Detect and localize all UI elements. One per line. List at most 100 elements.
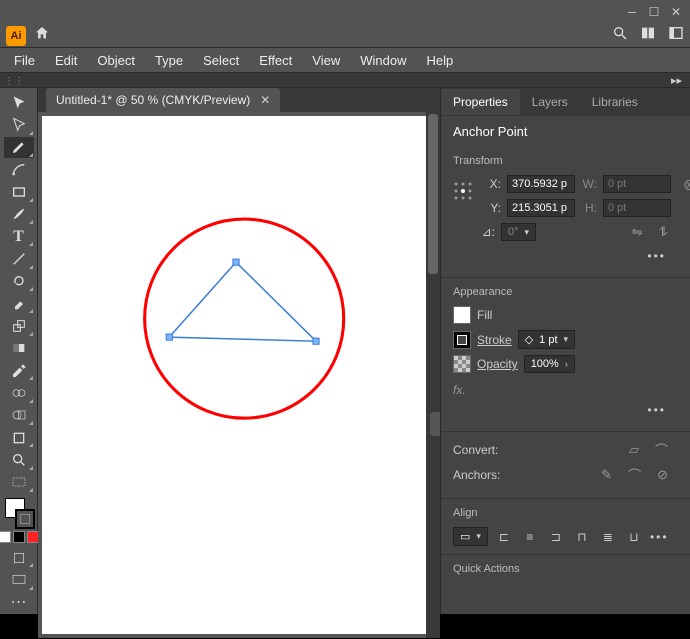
y-label: Y: xyxy=(485,201,501,215)
quick-actions-section: Quick Actions xyxy=(441,555,690,591)
gradient-tool[interactable] xyxy=(4,338,34,359)
opacity-label[interactable]: Opacity xyxy=(477,357,518,371)
menu-effect[interactable]: Effect xyxy=(251,51,300,70)
y-input[interactable]: 215.3051 p xyxy=(507,199,575,217)
blend-tool[interactable] xyxy=(4,382,34,403)
stroke-weight-input[interactable]: ◇1 pt▾ xyxy=(518,330,575,349)
menu-select[interactable]: Select xyxy=(195,51,247,70)
menu-window[interactable]: Window xyxy=(352,51,414,70)
control-handle-icon[interactable]: ⋮⋮ xyxy=(4,76,24,87)
artwork xyxy=(42,116,432,634)
type-tool[interactable]: T xyxy=(4,226,34,247)
fill-swatch-panel[interactable] xyxy=(453,306,471,324)
tab-libraries[interactable]: Libraries xyxy=(580,89,650,115)
align-right-icon[interactable]: ⊐ xyxy=(546,528,566,546)
rectangle-tool[interactable] xyxy=(4,181,34,202)
fx-button[interactable]: fx. xyxy=(453,379,678,401)
panel-expand-icon[interactable]: ▸▸ xyxy=(671,74,682,87)
align-more-icon[interactable]: ••• xyxy=(650,530,669,544)
minimize-button[interactable]: ─ xyxy=(622,5,642,19)
align-to-select[interactable]: ▭▾ xyxy=(453,527,488,546)
eraser-tool[interactable] xyxy=(4,293,34,314)
stroke-label[interactable]: Stroke xyxy=(477,333,512,347)
menu-bar: File Edit Object Type Select Effect View… xyxy=(0,48,690,72)
menu-edit[interactable]: Edit xyxy=(47,51,85,70)
align-left-icon[interactable]: ⊏ xyxy=(494,528,514,546)
document-tab[interactable]: Untitled-1* @ 50 % (CMYK/Preview) ✕ xyxy=(46,88,280,112)
fill-stroke-swatches[interactable] xyxy=(3,498,35,529)
hand-tool[interactable] xyxy=(4,472,34,493)
document-tab-title: Untitled-1* @ 50 % (CMYK/Preview) xyxy=(56,93,250,107)
anchor-point-top[interactable] xyxy=(233,259,239,265)
gradient-mode-icon[interactable] xyxy=(13,531,25,543)
appearance-more-icon[interactable]: ••• xyxy=(453,401,678,423)
edit-toolbar-icon[interactable]: ⋯ xyxy=(4,592,34,613)
flip-horizontal-icon[interactable]: ⇋ xyxy=(632,224,643,240)
constrain-proportions-icon[interactable]: ⊗ xyxy=(683,175,690,195)
menu-view[interactable]: View xyxy=(304,51,348,70)
opacity-swatch-icon[interactable] xyxy=(453,355,471,373)
convert-corner-icon[interactable]: ▱ xyxy=(629,442,639,458)
menu-object[interactable]: Object xyxy=(89,51,143,70)
curvature-tool[interactable] xyxy=(4,159,34,180)
align-hcenter-icon[interactable]: ≡ xyxy=(520,528,540,546)
vertical-scrollbar[interactable] xyxy=(426,112,440,638)
h-input: 0 pt xyxy=(603,199,671,217)
workspace-switcher-icon[interactable] xyxy=(668,25,684,46)
scale-tool[interactable] xyxy=(4,315,34,336)
align-section: Align ▭▾ ⊏ ≡ ⊐ ⊓ ≣ ⊔ ••• xyxy=(441,499,690,555)
menu-type[interactable]: Type xyxy=(147,51,191,70)
stroke-swatch[interactable] xyxy=(15,509,35,529)
draw-mode-icon[interactable] xyxy=(4,547,34,568)
close-button[interactable]: ✕ xyxy=(666,5,686,19)
zoom-tool[interactable] xyxy=(4,449,34,470)
menu-help[interactable]: Help xyxy=(418,51,461,70)
direct-selection-tool[interactable] xyxy=(4,114,34,135)
pen-tool[interactable] xyxy=(4,137,34,158)
canvas-wrapper xyxy=(38,112,440,638)
stroke-swatch-panel[interactable] xyxy=(453,331,471,349)
angle-input[interactable]: 0° ▾ xyxy=(501,223,536,241)
tab-layers[interactable]: Layers xyxy=(520,89,580,115)
convert-section: Convert: ▱ ⌒ Anchors: ✎ ⌒ ⊘ xyxy=(441,432,690,499)
anchor-point-left[interactable] xyxy=(166,334,172,340)
remove-anchor-icon[interactable]: ✎ xyxy=(601,467,612,483)
selection-tool[interactable] xyxy=(4,92,34,113)
align-vcenter-icon[interactable]: ≣ xyxy=(598,528,618,546)
shape-builder-tool[interactable] xyxy=(4,405,34,426)
x-input[interactable]: 370.5932 p xyxy=(507,175,575,193)
convert-smooth-icon[interactable]: ⌒ xyxy=(655,440,668,459)
paintbrush-tool[interactable] xyxy=(4,204,34,225)
triangle-path[interactable] xyxy=(169,262,316,341)
line-tool[interactable] xyxy=(4,248,34,269)
eyedropper-tool[interactable] xyxy=(4,360,34,381)
transform-section: Transform X: 370.5932 p W: 0 pt Y: xyxy=(441,147,690,278)
quick-actions-title: Quick Actions xyxy=(453,563,678,575)
color-mode-icon[interactable] xyxy=(0,531,11,543)
anchor-point-right[interactable] xyxy=(313,338,319,344)
screen-mode-icon[interactable] xyxy=(4,569,34,590)
home-icon[interactable] xyxy=(34,25,50,46)
arrange-documents-icon[interactable] xyxy=(640,25,656,46)
scrollbar-thumb[interactable] xyxy=(428,114,438,274)
align-bottom-icon[interactable]: ⊔ xyxy=(624,528,644,546)
reference-point-icon[interactable] xyxy=(453,181,473,204)
rotate-tool[interactable] xyxy=(4,271,34,292)
h-label: H: xyxy=(581,201,597,215)
flip-vertical-icon[interactable]: ⥮ xyxy=(659,224,668,240)
maximize-button[interactable]: ☐ xyxy=(644,5,664,19)
close-tab-icon[interactable]: ✕ xyxy=(260,93,270,107)
w-label: W: xyxy=(581,177,597,191)
none-mode-icon[interactable] xyxy=(27,531,39,543)
tools-panel: T ⋯ xyxy=(0,88,38,614)
artboard[interactable] xyxy=(42,116,432,634)
opacity-input[interactable]: 100%› xyxy=(524,355,575,373)
cut-anchor-icon[interactable]: ⊘ xyxy=(657,467,668,483)
panel-collapse-handle[interactable] xyxy=(430,412,440,436)
menu-file[interactable]: File xyxy=(6,51,43,70)
artboard-tool[interactable] xyxy=(4,427,34,448)
align-top-icon[interactable]: ⊓ xyxy=(572,528,592,546)
search-icon[interactable] xyxy=(612,25,628,46)
tab-properties[interactable]: Properties xyxy=(441,89,520,115)
transform-more-icon[interactable]: ••• xyxy=(453,247,678,269)
